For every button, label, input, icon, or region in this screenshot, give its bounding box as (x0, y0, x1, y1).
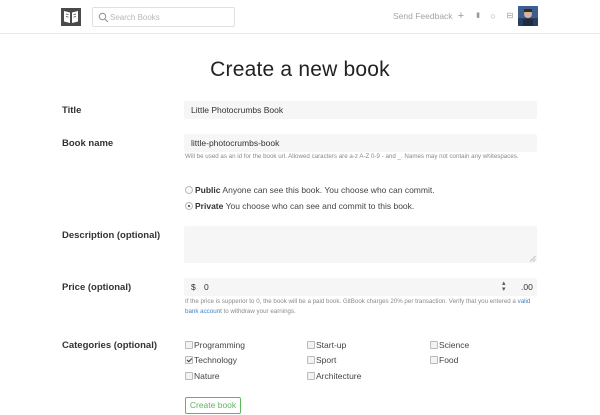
category-food[interactable]: Food (430, 355, 458, 365)
private-radio[interactable] (185, 202, 193, 210)
public-radio[interactable] (185, 186, 193, 194)
public-title: Public (195, 185, 221, 195)
checkbox-checked[interactable] (185, 356, 193, 364)
visibility-private-option[interactable]: Private You choose who can see and commi… (185, 201, 414, 211)
avatar[interactable] (518, 6, 538, 26)
category-label: Sport (316, 355, 337, 365)
public-desc: Anyone can see this book. You choose who… (222, 185, 435, 195)
checkbox[interactable] (185, 372, 193, 380)
currency-symbol: $ (191, 282, 196, 292)
category-nature[interactable]: Nature (185, 371, 220, 381)
price-help: If the price is supperior to 0, the book… (185, 297, 540, 317)
resize-grip-icon[interactable] (529, 255, 536, 262)
bell-icon[interactable]: ▮ (473, 10, 483, 22)
private-title: Private (195, 201, 224, 211)
search-icon (98, 12, 109, 23)
category-label: Start-up (316, 340, 347, 350)
inbox-icon[interactable]: ⊟ (505, 10, 515, 22)
visibility-public-option[interactable]: Public Anyone can see this book. You cho… (185, 185, 435, 195)
avatar-image (518, 6, 538, 26)
category-label: Science (439, 340, 470, 350)
checkbox[interactable] (307, 341, 315, 349)
price-help-text: If the price is supperior to 0, the book… (185, 298, 516, 305)
category-sport[interactable]: Sport (307, 355, 336, 365)
category-label: Food (439, 355, 459, 365)
checkbox[interactable] (430, 341, 438, 349)
book-name-input[interactable] (184, 134, 537, 152)
category-programming[interactable]: Programming (185, 340, 245, 350)
search-input[interactable] (110, 10, 230, 25)
description-textarea[interactable] (184, 226, 537, 263)
category-label: Technology (194, 355, 238, 365)
plus-icon[interactable]: + (456, 10, 466, 22)
book-name-label: Book name (62, 138, 114, 149)
categories-label: Categories (optional) (62, 340, 158, 351)
category-architecture[interactable]: Architecture (307, 371, 361, 381)
price-field[interactable]: $ ▴▾ .00 (184, 278, 537, 296)
category-label: Programming (194, 340, 246, 350)
price-cents: .00 (521, 282, 533, 292)
checkbox[interactable] (307, 356, 315, 364)
checkbox[interactable] (430, 356, 438, 364)
circle-icon[interactable]: ○ (488, 10, 498, 22)
description-label: Description (optional) (62, 230, 161, 241)
title-input[interactable] (184, 101, 537, 119)
title-label: Title (62, 105, 82, 116)
price-input[interactable] (204, 280, 484, 294)
create-book-button[interactable]: Create book (185, 397, 241, 414)
price-stepper-icon[interactable]: ▴ ▾ (502, 280, 506, 293)
checkbox[interactable] (185, 341, 193, 349)
price-label: Price (optional) (62, 282, 132, 293)
send-feedback-link[interactable]: Send Feedback (393, 11, 453, 21)
checkbox[interactable] (307, 372, 315, 380)
category-label: Architecture (316, 371, 362, 381)
search-box[interactable] (92, 7, 235, 27)
price-help-text-2: to withdraw your earnings. (223, 308, 296, 315)
category-science[interactable]: Science (430, 340, 469, 350)
category-label: Nature (194, 371, 220, 381)
top-navbar: Send Feedback + ▮ ○ ⊟ (0, 0, 600, 34)
book-name-help: Will be used as an id for the book url. … (185, 153, 519, 160)
gitbook-logo-icon[interactable] (61, 8, 81, 26)
page-title: Create a new book (210, 58, 390, 81)
category-technology[interactable]: Technology (185, 355, 237, 365)
category-start-up[interactable]: Start-up (307, 340, 346, 350)
private-desc: You choose who can see and commit to thi… (225, 201, 415, 211)
